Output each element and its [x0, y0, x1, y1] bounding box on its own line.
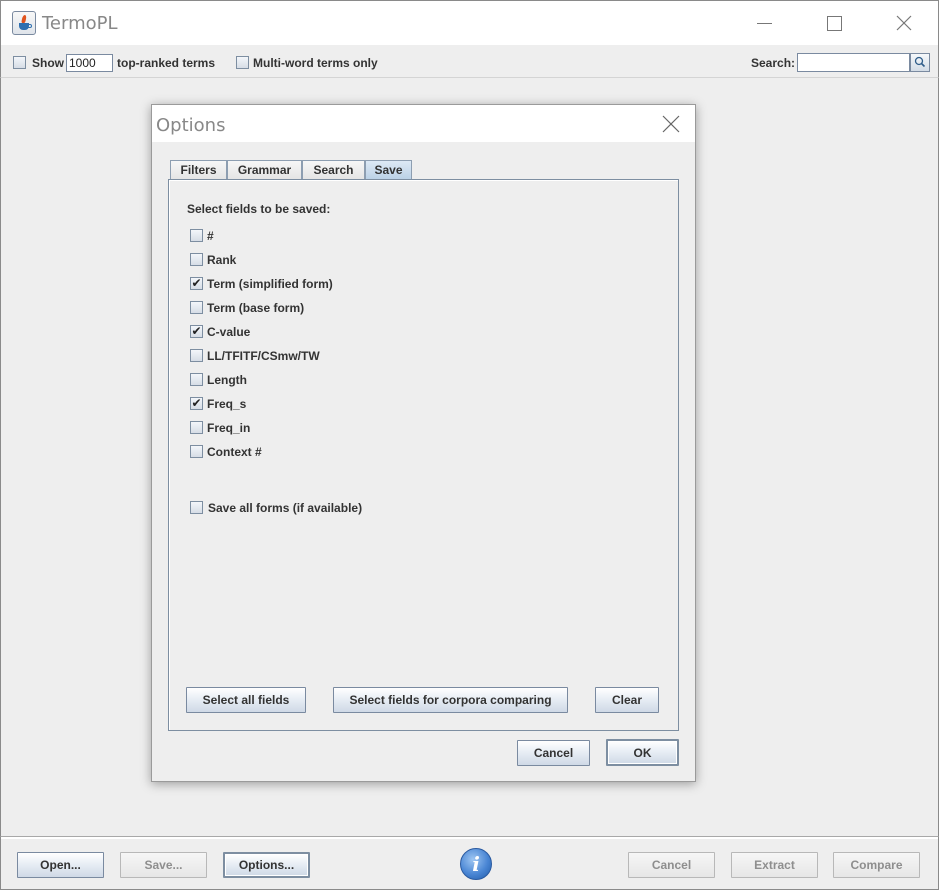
field-label: Freq_in: [207, 421, 251, 435]
field-label: C-value: [207, 325, 251, 339]
search-label: Search:: [751, 56, 796, 70]
maximize-button[interactable]: [811, 9, 857, 39]
save-button[interactable]: Save...: [120, 852, 207, 878]
save-all-forms-label: Save all forms (if available): [208, 501, 363, 515]
field-label: Length: [207, 373, 247, 387]
top-ranked-count-input[interactable]: [66, 54, 113, 72]
field-checkbox[interactable]: [190, 349, 203, 362]
field-label: Term (base form): [207, 301, 305, 315]
search-input[interactable]: [797, 53, 910, 72]
magnifier-icon: [914, 56, 926, 68]
close-icon: [662, 115, 680, 133]
field-checkbox[interactable]: [190, 421, 203, 434]
top-toolbar: Show top-ranked terms Multi-word terms o…: [0, 45, 939, 78]
window-titlebar: TermoPL: [0, 0, 939, 45]
multiword-checkbox[interactable]: [236, 56, 249, 69]
field-checkbox[interactable]: [190, 253, 203, 266]
field-label: LL/TFITF/CSmw/TW: [207, 349, 320, 363]
field-checkbox[interactable]: ✔: [190, 325, 203, 338]
minimize-button[interactable]: [741, 9, 787, 39]
extract-button[interactable]: Extract: [731, 852, 818, 878]
multiword-label: Multi-word terms only: [253, 56, 378, 70]
close-icon: [896, 15, 912, 31]
field-label: Freq_s: [207, 397, 247, 411]
field-checkbox[interactable]: ✔: [190, 397, 203, 410]
field-label: Context #: [207, 445, 262, 459]
show-label: Show: [32, 56, 64, 70]
dialog-close-button[interactable]: [657, 112, 685, 136]
maximize-icon: [827, 16, 842, 31]
open-button[interactable]: Open...: [17, 852, 104, 878]
tab-filters[interactable]: Filters: [170, 160, 227, 180]
dialog-titlebar: Options: [152, 105, 695, 142]
field-checkbox[interactable]: [190, 229, 203, 242]
field-label: Term (simplified form): [207, 277, 333, 291]
clear-fields-button[interactable]: Clear: [595, 687, 659, 713]
dialog-cancel-button[interactable]: Cancel: [517, 740, 590, 766]
select-all-fields-button[interactable]: Select all fields: [186, 687, 306, 713]
save-tab-panel: Select fields to be saved: # Rank ✔ Term…: [168, 179, 679, 731]
search-button[interactable]: [910, 53, 930, 72]
dialog-ok-button[interactable]: OK: [606, 739, 679, 766]
window-close-button[interactable]: [881, 9, 927, 39]
tab-search[interactable]: Search: [302, 160, 365, 180]
field-label: Rank: [207, 253, 237, 267]
fields-heading: Select fields to be saved:: [187, 202, 331, 216]
window-title: TermoPL: [42, 13, 118, 34]
save-all-forms-checkbox[interactable]: [190, 501, 203, 514]
tab-save[interactable]: Save: [365, 160, 412, 181]
compare-button[interactable]: Compare: [833, 852, 920, 878]
tab-grammar[interactable]: Grammar: [227, 160, 302, 180]
show-checkbox[interactable]: [13, 56, 26, 69]
field-checkbox[interactable]: [190, 373, 203, 386]
info-icon[interactable]: i: [460, 848, 492, 880]
options-button[interactable]: Options...: [223, 852, 310, 878]
select-corpora-fields-button[interactable]: Select fields for corpora comparing: [333, 687, 568, 713]
options-dialog: Options Filters Grammar Search Save Sele…: [151, 104, 696, 782]
field-checkbox[interactable]: [190, 301, 203, 314]
cancel-extraction-button[interactable]: Cancel: [628, 852, 715, 878]
field-checkbox[interactable]: ✔: [190, 277, 203, 290]
minimize-icon: [757, 23, 772, 24]
field-checkbox[interactable]: [190, 445, 203, 458]
java-cup-icon: [12, 11, 36, 35]
field-label: #: [207, 229, 214, 243]
dialog-title: Options: [156, 115, 226, 136]
top-ranked-label: top-ranked terms: [117, 56, 216, 70]
